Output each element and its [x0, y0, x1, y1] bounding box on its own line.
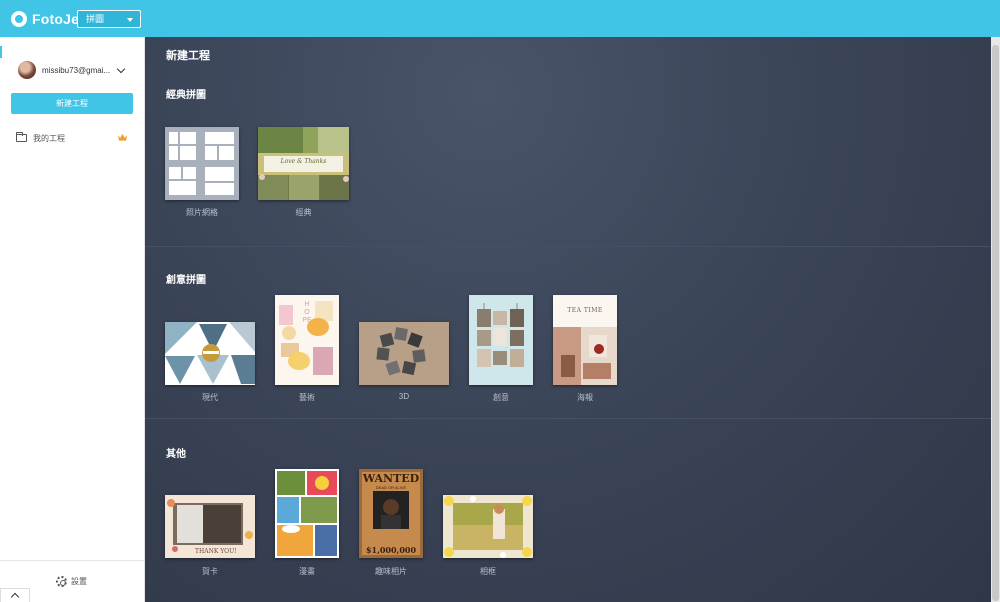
template-label: 藝術: [299, 393, 315, 402]
section-title-classic: 經典拼圖: [166, 90, 206, 101]
sidebar: missibu73@gmai... 新建工程 我的工程 設置: [0, 37, 145, 602]
wanted-reward: $1,000,000: [365, 545, 417, 555]
mode-select[interactable]: 拼圖: [77, 10, 141, 28]
art-letters: HOPE: [302, 301, 312, 324]
avatar: [18, 61, 36, 79]
template-thumbnail: [165, 127, 239, 200]
sidebar-divider: [0, 560, 145, 561]
gear-icon: [56, 576, 67, 587]
template-thumbnail: [165, 322, 255, 385]
template-label: 3D: [398, 392, 410, 401]
template-label: 現代: [202, 393, 218, 402]
section-title-creative: 創意拼圖: [166, 275, 206, 286]
section-divider: [145, 418, 991, 419]
template-label: 照片網格: [186, 208, 218, 217]
template-thumbnail: [443, 495, 533, 558]
poster-heading: TEA TIME: [567, 307, 603, 314]
template-label: 海報: [577, 393, 593, 402]
settings-label: 設置: [71, 577, 87, 586]
grid-layout-icon: [169, 132, 234, 195]
wanted-title: WANTED: [362, 472, 420, 485]
template-thumbnail: [359, 322, 449, 385]
3d-preview: [359, 322, 449, 385]
top-bar: FotoJet 拼圖: [0, 0, 1000, 37]
template-label: 賀卡: [202, 567, 218, 576]
card-text: THANK YOU!: [195, 548, 237, 555]
template-thumbnail: TEA TIME: [553, 295, 617, 385]
sidebar-item-label: 我的工程: [33, 133, 65, 143]
crown-icon: [118, 133, 127, 141]
collapse-toggle[interactable]: [0, 588, 30, 602]
chevron-down-icon: [116, 64, 126, 74]
template-thumbnail: [469, 295, 533, 385]
folder-icon: [16, 132, 27, 142]
classic-banner-text: Love & Thanks: [280, 158, 327, 165]
frame-preview: [443, 495, 533, 558]
caret-down-icon: [127, 18, 133, 22]
settings-button[interactable]: 設置: [56, 576, 87, 587]
account-menu[interactable]: missibu73@gmai...: [18, 61, 130, 79]
section-divider: [145, 246, 991, 247]
account-email: missibu73@gmai...: [42, 65, 111, 75]
scrollbar[interactable]: [991, 37, 1000, 602]
scrollbar-thumb[interactable]: [992, 45, 999, 601]
template-label: 經典: [295, 208, 312, 217]
wanted-subtitle: DEAD OR ALIVE: [375, 485, 407, 490]
template-thumbnail: Love & Thanks: [258, 127, 349, 200]
new-project-button[interactable]: 新建工程: [11, 93, 133, 114]
template-thumbnail: WANTED DEAD OR ALIVE $1,000,000: [359, 469, 423, 558]
template-label: 漫畫: [299, 567, 315, 576]
section-title-other: 其他: [166, 449, 186, 460]
template-thumbnail: [275, 469, 339, 558]
template-label: 相框: [480, 567, 496, 576]
template-label: 趣味相片: [375, 567, 407, 576]
creative-preview: [477, 303, 524, 367]
modern-preview: [165, 322, 255, 384]
mode-select-value: 拼圖: [86, 14, 105, 24]
page-title: 新建工程: [166, 50, 210, 62]
fotojet-logo-icon: [11, 11, 27, 27]
template-thumbnail: HOPE: [275, 295, 339, 385]
sidebar-item-my-projects[interactable]: 我的工程: [16, 132, 131, 144]
template-thumbnail: THANK YOU!: [165, 495, 255, 558]
template-label: 創意: [493, 393, 509, 402]
sidebar-indicator: [0, 46, 2, 58]
comic-preview: [277, 471, 337, 556]
fotojet-logo[interactable]: FotoJet: [11, 10, 84, 28]
